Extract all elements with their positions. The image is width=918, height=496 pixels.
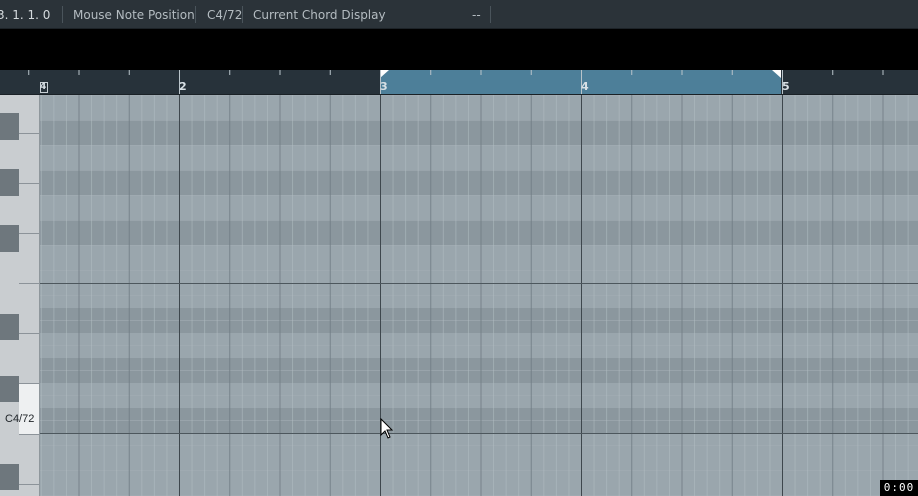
separator	[490, 6, 491, 23]
black-key-row	[40, 170, 918, 195]
ruler-bar-4: 4	[581, 80, 589, 93]
black-key[interactable]	[0, 376, 19, 402]
bar-ruler[interactable]: 4 2 3 4 5	[0, 70, 918, 95]
black-key[interactable]	[0, 464, 19, 490]
mouse-note-position-value: C4/72	[207, 8, 243, 22]
piano-keyboard[interactable]: C4/72	[0, 95, 40, 496]
key-divider	[19, 133, 40, 134]
ruler-bar-5: 5	[782, 80, 790, 93]
key-divider	[19, 233, 40, 234]
black-key[interactable]	[0, 169, 19, 196]
black-key-row	[40, 220, 918, 245]
separator	[195, 6, 196, 23]
key-divider	[19, 333, 40, 334]
black-key-row	[40, 120, 918, 145]
key-divider	[19, 434, 40, 435]
black-key[interactable]	[0, 113, 19, 140]
note-grid[interactable]	[40, 95, 918, 496]
key-divider	[19, 283, 40, 284]
position-value[interactable]: 3. 1. 1. 0	[0, 0, 50, 29]
ruler-bar-2: 2	[179, 80, 187, 93]
empty-toolbar-area	[0, 29, 918, 70]
ruler-graphics[interactable]	[0, 70, 918, 95]
key-divider	[19, 383, 40, 384]
mouse-pointer-icon	[380, 418, 394, 439]
ruler-left-marker: 4	[40, 82, 47, 92]
key-divider	[19, 484, 40, 485]
ruler-bar-3: 3	[380, 80, 388, 93]
key-divider	[19, 183, 40, 184]
separator	[62, 6, 63, 23]
timecode-display: 0:00	[880, 480, 918, 496]
current-chord-display-label: Current Chord Display	[253, 8, 386, 22]
current-key-label: C4/72	[5, 413, 35, 425]
grid-graphics[interactable]	[40, 95, 918, 496]
current-chord-display-value: --	[472, 8, 481, 22]
separator	[242, 6, 243, 23]
mouse-note-position-label: Mouse Note Position	[73, 8, 195, 22]
black-key[interactable]	[0, 225, 19, 252]
current-note-key[interactable]	[19, 384, 40, 434]
info-line: 3. 1. 1. 0 Mouse Note Position C4/72 Cur…	[0, 0, 918, 29]
black-key[interactable]	[0, 314, 19, 340]
